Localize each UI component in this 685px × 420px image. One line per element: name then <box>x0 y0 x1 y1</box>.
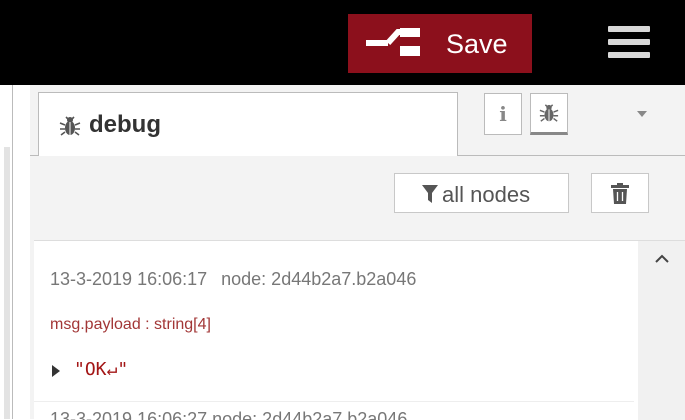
debug-message-partial: 13-3-2019 16:06:27 node: 2d44b2a7.b2a046 <box>34 403 634 420</box>
scroll-up-icon[interactable] <box>652 249 672 269</box>
info-tab-button[interactable]: i <box>484 93 522 135</box>
message-node-link[interactable]: node: 2d44b2a7.b2a046 <box>221 269 416 289</box>
info-icon: i <box>499 102 507 126</box>
message-meta: 13-3-2019 16:06:17 node: 2d44b2a7.b2a046 <box>50 269 416 290</box>
workspace-edge <box>0 85 30 419</box>
caret-down-icon <box>637 111 647 117</box>
tab-debug[interactable]: debug <box>38 92 458 156</box>
debug-tab-button[interactable] <box>530 93 568 135</box>
message-timestamp: 13-3-2019 16:06:17 <box>50 269 208 289</box>
message-topic: msg.payload : string[4] <box>50 316 211 333</box>
tab-debug-label: debug <box>89 111 161 138</box>
debug-toolbar: all nodes <box>30 156 685 236</box>
debug-message: 13-3-2019 16:06:17 node: 2d44b2a7.b2a046 … <box>34 261 634 402</box>
header-bar: Save <box>0 0 685 85</box>
bug-icon <box>59 116 81 136</box>
tab-dropdown-button[interactable] <box>622 93 662 135</box>
funnel-icon <box>422 185 438 203</box>
trash-icon <box>611 183 629 204</box>
filter-label: all nodes <box>442 182 531 207</box>
hamburger-menu-icon <box>608 26 650 32</box>
deploy-button[interactable]: Save <box>348 14 532 73</box>
caret-right-icon <box>52 365 60 377</box>
clear-messages-button[interactable] <box>591 173 649 213</box>
partial-message-meta: 13-3-2019 16:06:27 node: 2d44b2a7.b2a046 <box>50 409 408 420</box>
filter-nodes-button[interactable]: all nodes <box>394 173 569 213</box>
bug-icon <box>539 104 559 122</box>
main-menu-button[interactable] <box>608 24 650 62</box>
deploy-label: Save <box>446 29 508 59</box>
workspace-scrollbar[interactable] <box>4 147 10 419</box>
divider <box>12 85 13 419</box>
message-value: "OK↵" <box>74 359 129 380</box>
sidebar: debug i all nodes 13-3-2019 16:06:17 nod… <box>30 85 685 420</box>
message-list-scrollbar[interactable] <box>638 241 685 420</box>
sidebar-tabbar: debug i <box>30 85 685 156</box>
debug-message-list[interactable]: 13-3-2019 16:06:17 node: 2d44b2a7.b2a046 … <box>34 240 685 420</box>
deploy-icon <box>366 28 420 56</box>
